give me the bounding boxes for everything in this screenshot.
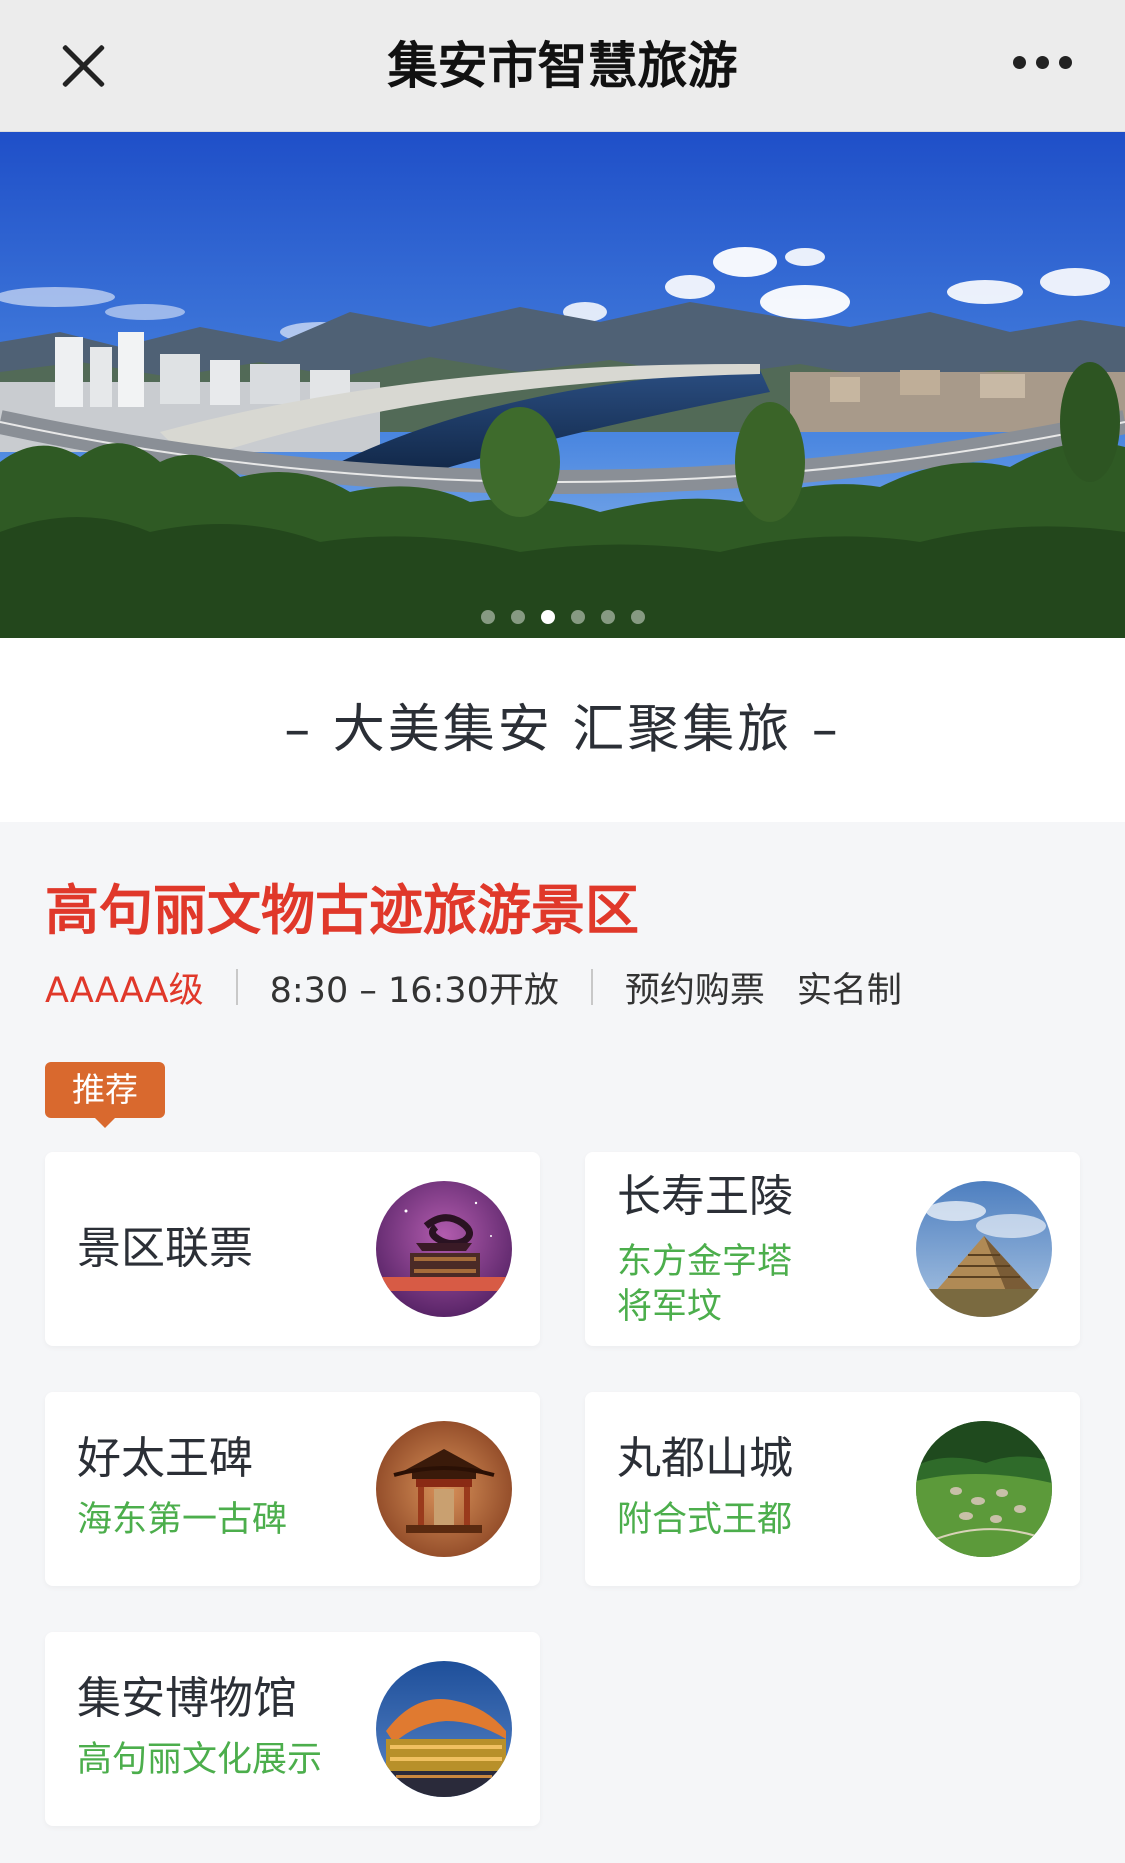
card-changshou-tomb[interactable]: 长寿王陵 东方金字塔 将军坟 [585,1152,1080,1346]
scenic-level: AAAAA级 [45,970,204,1011]
card-title: 集安博物馆 [77,1673,297,1724]
more-dots-icon[interactable] [1013,56,1073,72]
banner-carousel[interactable] [0,132,1125,638]
card-title: 景区联票 [77,1223,253,1274]
slogan-section: – 大美集安 汇聚集旅 – [0,638,1125,822]
card-subtitle: 东方金字塔 [617,1242,793,1282]
realname-text: 实名制 [796,970,902,1011]
carousel-dot[interactable] [600,610,615,624]
mountain-city-image [916,1421,1052,1557]
card-jian-museum[interactable]: 集安博物馆 高句丽文化展示 [45,1632,540,1826]
card-title: 好太王碑 [77,1433,253,1484]
card-haotaiwang-stele[interactable]: 好太王碑 海东第一古碑 [45,1392,540,1586]
card-subtitle: 高句丽文化展示 [77,1740,323,1780]
card-subtitle: 海东第一古碑 [77,1500,288,1540]
museum-image [376,1661,512,1797]
top-navbar: 集安市智慧旅游 [0,0,1125,132]
carousel-dots [0,610,1125,624]
card-title: 长寿王陵 [617,1171,793,1222]
carousel-dot[interactable] [630,610,645,624]
stele-pavilion-image [376,1421,512,1557]
page-title: 集安市智慧旅游 [387,37,738,95]
card-subtitle-2: 将军坟 [617,1287,723,1327]
pyramid-tomb-image [916,1181,1052,1317]
slogan-text: – 大美集安 汇聚集旅 – [284,700,841,760]
meta-divider [235,969,238,1005]
card-subtitle: 附合式王都 [617,1500,793,1540]
opening-hours: 8:30 – 16:30开放 [269,970,559,1011]
card-title: 丸都山城 [617,1433,793,1484]
banner-image [0,132,1125,638]
meta-divider [590,969,593,1005]
carousel-dot-active[interactable] [540,610,555,624]
card-wandu-mountain-city[interactable]: 丸都山城 附合式王都 [585,1392,1080,1586]
carousel-dot[interactable] [480,610,495,624]
booking-text: 预约购票 [624,970,765,1011]
carousel-dot[interactable] [570,610,585,624]
scenic-area-title: 高句丽文物古迹旅游景区 [45,879,639,942]
card-combo-ticket[interactable]: 景区联票 [45,1152,540,1346]
scenic-meta-row: AAAAA级 8:30 – 16:30开放 预约购票 实名制 [45,962,902,1012]
recommend-tag: 推荐 [45,1062,165,1128]
combo-ticket-image [376,1181,512,1317]
carousel-dot[interactable] [510,610,525,624]
